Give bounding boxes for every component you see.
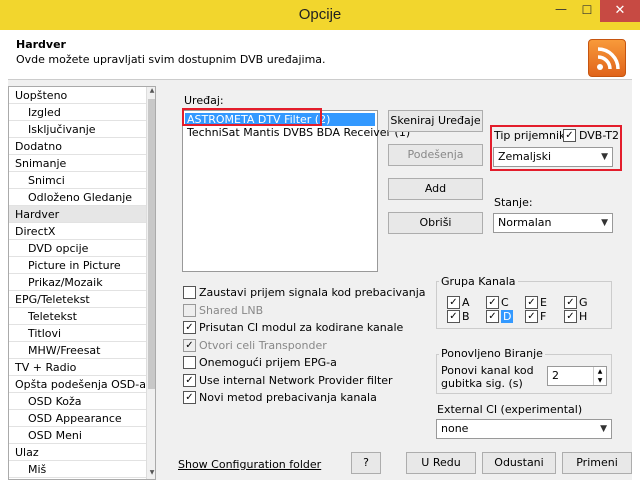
tree-item[interactable]: EPG/Teletekst <box>9 291 146 308</box>
tree-item[interactable]: Isključivanje <box>9 121 146 138</box>
option-checkbox[interactable]: ✓ <box>183 338 196 352</box>
tree-item[interactable]: Titlovi <box>9 325 146 342</box>
tree-item[interactable]: Snimanje <box>9 155 146 172</box>
ok-button[interactable]: U Redu <box>406 452 476 474</box>
title-bar: Opcije — ☐ ✕ <box>0 0 640 30</box>
external-ci-select[interactable]: none ▼ <box>436 419 612 439</box>
channel-group-label: A <box>462 296 470 309</box>
option-checkbox[interactable]: ✓ <box>183 391 196 404</box>
redial-value: 2 <box>552 369 559 382</box>
option-checkbox[interactable] <box>183 303 196 317</box>
options-window: Opcije — ☐ ✕ Hardver Ovde možete upravlj… <box>0 0 640 488</box>
option-label: Prisutan CI modul za kodirane kanale <box>199 321 404 334</box>
external-ci-label: External CI (experimental) <box>437 403 583 416</box>
channel-group-checkbox[interactable]: ✓ <box>447 296 460 309</box>
dialog-body: ▲ ▼ Uopšteno Izgled Isključivanje Dodatno Sn… <box>8 80 632 480</box>
option-label: Shared LNB <box>199 303 264 317</box>
chevron-down-icon: ▼ <box>600 424 607 434</box>
channel-group-label: F <box>540 310 547 323</box>
redial-label-line1: Ponovi kanal kod <box>441 364 534 377</box>
options-tree[interactable]: ▲ ▼ Uopšteno Izgled Isključivanje Dodatno Sn… <box>8 86 156 480</box>
channel-group-checkbox[interactable]: ✓ <box>564 310 577 323</box>
tree-item[interactable]: DVD opcije <box>9 240 146 257</box>
redial-title: Ponovljeno Biranje <box>439 347 545 360</box>
state-select[interactable]: Normalan ▼ <box>493 213 613 233</box>
tree-item[interactable]: Picture in Picture <box>9 257 146 274</box>
add-button[interactable]: Add <box>388 178 483 200</box>
tree-item[interactable]: Izgled <box>9 104 146 121</box>
page-title: Hardver <box>16 38 66 51</box>
tree-item[interactable]: TV + Radio <box>9 359 146 376</box>
scroll-down-icon[interactable]: ▼ <box>148 469 155 479</box>
channel-group-label: H <box>579 310 588 323</box>
channel-group-checkbox[interactable]: ✓ <box>486 296 499 309</box>
tree-item[interactable]: Hardver <box>9 206 146 223</box>
tree-item[interactable]: MHW/Freesat <box>9 342 146 359</box>
state-label: Stanje: <box>494 196 533 209</box>
cancel-button[interactable]: Odustani <box>482 452 556 474</box>
help-button[interactable]: ? <box>351 452 381 474</box>
tree-item[interactable]: Uopšteno <box>9 87 146 104</box>
tree-item[interactable]: OSD Appearance <box>9 410 146 427</box>
channel-group-label: G <box>579 296 588 309</box>
tree-item[interactable]: Opšta podešenja OSD-a <box>9 376 146 393</box>
apply-button[interactable]: Primeni <box>562 452 632 474</box>
channel-group-checkbox[interactable]: ✓ <box>564 296 577 309</box>
window-title: Opcije <box>298 6 342 23</box>
channel-group-checkbox[interactable]: ✓ <box>525 296 538 309</box>
channel-group-checkbox[interactable]: ✓ <box>525 310 538 323</box>
option-checkbox[interactable]: ✓ <box>183 321 196 334</box>
option-label: Use internal Network Provider filter <box>199 373 393 387</box>
channel-group-checkbox[interactable]: ✓ <box>447 310 460 323</box>
tree-item[interactable]: OSD Meni <box>9 427 146 444</box>
config-folder-link[interactable]: Show Configuration folder <box>178 458 321 471</box>
channel-group-label: B <box>462 310 470 323</box>
scan-devices-button[interactable]: Skeniraj Uređaje <box>388 110 483 132</box>
option-label: Novi metod prebacivanja kanala <box>199 391 377 404</box>
option-label: Otvori celi Transponder <box>199 338 327 352</box>
tree-item[interactable]: Snimci <box>9 172 146 189</box>
rss-icon <box>588 39 626 77</box>
state-value: Normalan <box>498 216 552 229</box>
chevron-down-icon: ▼ <box>601 218 608 228</box>
remove-button[interactable]: Obriši <box>388 212 483 234</box>
device-item-technisat[interactable]: TechniSat Mantis DVBS BDA Receiver (1) <box>185 126 410 139</box>
device-label: Uređaj: <box>184 94 224 107</box>
tree-item[interactable]: Prikaz/Mozaik <box>9 274 146 291</box>
tree-item[interactable]: Odloženo Gledanje <box>9 189 146 206</box>
tree-scrollbar[interactable]: ▲ ▼ <box>146 87 155 479</box>
channel-group-label: E <box>540 296 547 309</box>
page-description: Ovde možete upravljati svim dostupnim DV… <box>16 53 326 66</box>
settings-button[interactable]: Podešenja <box>388 144 483 166</box>
tree-item[interactable]: Dodatno <box>9 138 146 155</box>
channel-group-title: Grupa Kanala <box>439 275 518 288</box>
device-list[interactable]: ASTROMETA DTV Filter (2) TechniSat Manti… <box>182 110 410 272</box>
channel-group-label: D <box>501 310 514 323</box>
option-checkbox[interactable] <box>183 286 196 299</box>
stepper-up-icon[interactable]: ▲ <box>593 367 606 376</box>
stepper-down-icon[interactable]: ▼ <box>593 376 606 385</box>
highlight-box-receiver <box>490 125 622 171</box>
minimize-button[interactable]: — <box>548 0 574 22</box>
tree-item[interactable]: Miš <box>9 461 146 478</box>
option-label: Zaustavi prijem signala kod prebacivanja <box>199 286 426 299</box>
option-checkbox[interactable] <box>183 356 196 369</box>
option-label: Onemogući prijem EPG-a <box>199 356 337 369</box>
redial-stepper[interactable]: 2 ▲ ▼ <box>547 366 607 386</box>
external-ci-value: none <box>441 422 469 435</box>
tree-item[interactable]: Ulaz <box>9 444 146 461</box>
maximize-button[interactable]: ☐ <box>574 0 600 22</box>
page-header: Hardver Ovde možete upravljati svim dost… <box>8 30 632 80</box>
channel-group-checkbox[interactable]: ✓ <box>486 310 499 323</box>
channel-group-label: C <box>501 296 509 309</box>
tree-item[interactable]: OSD Koža <box>9 393 146 410</box>
option-checkbox[interactable]: ✓ <box>183 373 196 387</box>
tree-item[interactable]: DirectX <box>9 223 146 240</box>
tree-item[interactable]: Teletekst <box>9 308 146 325</box>
scrollbar-thumb[interactable] <box>148 99 155 389</box>
scroll-up-icon[interactable]: ▲ <box>148 87 155 97</box>
redial-label-line2: gubitka sig. (s) <box>441 377 523 390</box>
close-button[interactable]: ✕ <box>600 0 640 22</box>
highlight-box-device <box>182 108 322 126</box>
